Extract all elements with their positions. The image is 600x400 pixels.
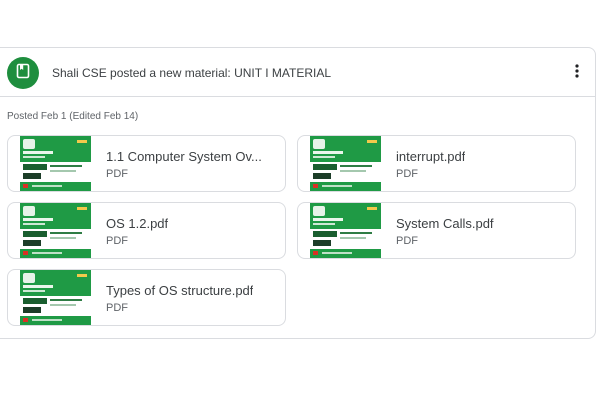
pdf-thumbnail [310,203,381,258]
posted-date: Posted Feb 1 (Edited Feb 14) [7,111,139,122]
pdf-thumbnail [20,136,91,191]
attachment-name: System Calls.pdf [396,216,494,231]
attachment-name: OS 1.2.pdf [106,216,169,231]
attachment-name: 1.1 Computer System Ov... [106,149,262,164]
material-avatar [7,57,39,89]
attachment-type: PDF [396,168,418,180]
material-card: Shali CSE posted a new material: UNIT I … [0,47,596,339]
attachment-card[interactable]: 1.1 Computer System Ov... PDF [7,135,286,192]
attachment-type: PDF [106,302,128,314]
attachment-card[interactable]: Types of OS structure.pdf PDF [7,269,286,326]
book-icon [16,63,30,84]
attachment-name: Types of OS structure.pdf [106,283,254,298]
attachment-name: interrupt.pdf [396,149,466,164]
post-header[interactable]: Shali CSE posted a new material: UNIT I … [0,48,595,97]
post-title: Shali CSE posted a new material: UNIT I … [52,66,331,80]
pdf-thumbnail [20,270,91,325]
more-vert-icon [575,63,579,83]
attachment-card[interactable]: System Calls.pdf PDF [297,202,576,259]
attachment-card[interactable]: interrupt.pdf PDF [297,135,576,192]
pdf-thumbnail [20,203,91,258]
more-options-button[interactable] [566,62,588,84]
attachment-type: PDF [106,168,128,180]
attachment-card[interactable]: OS 1.2.pdf PDF [7,202,286,259]
pdf-thumbnail [310,136,381,191]
attachment-type: PDF [106,235,128,247]
attachment-type: PDF [396,235,418,247]
